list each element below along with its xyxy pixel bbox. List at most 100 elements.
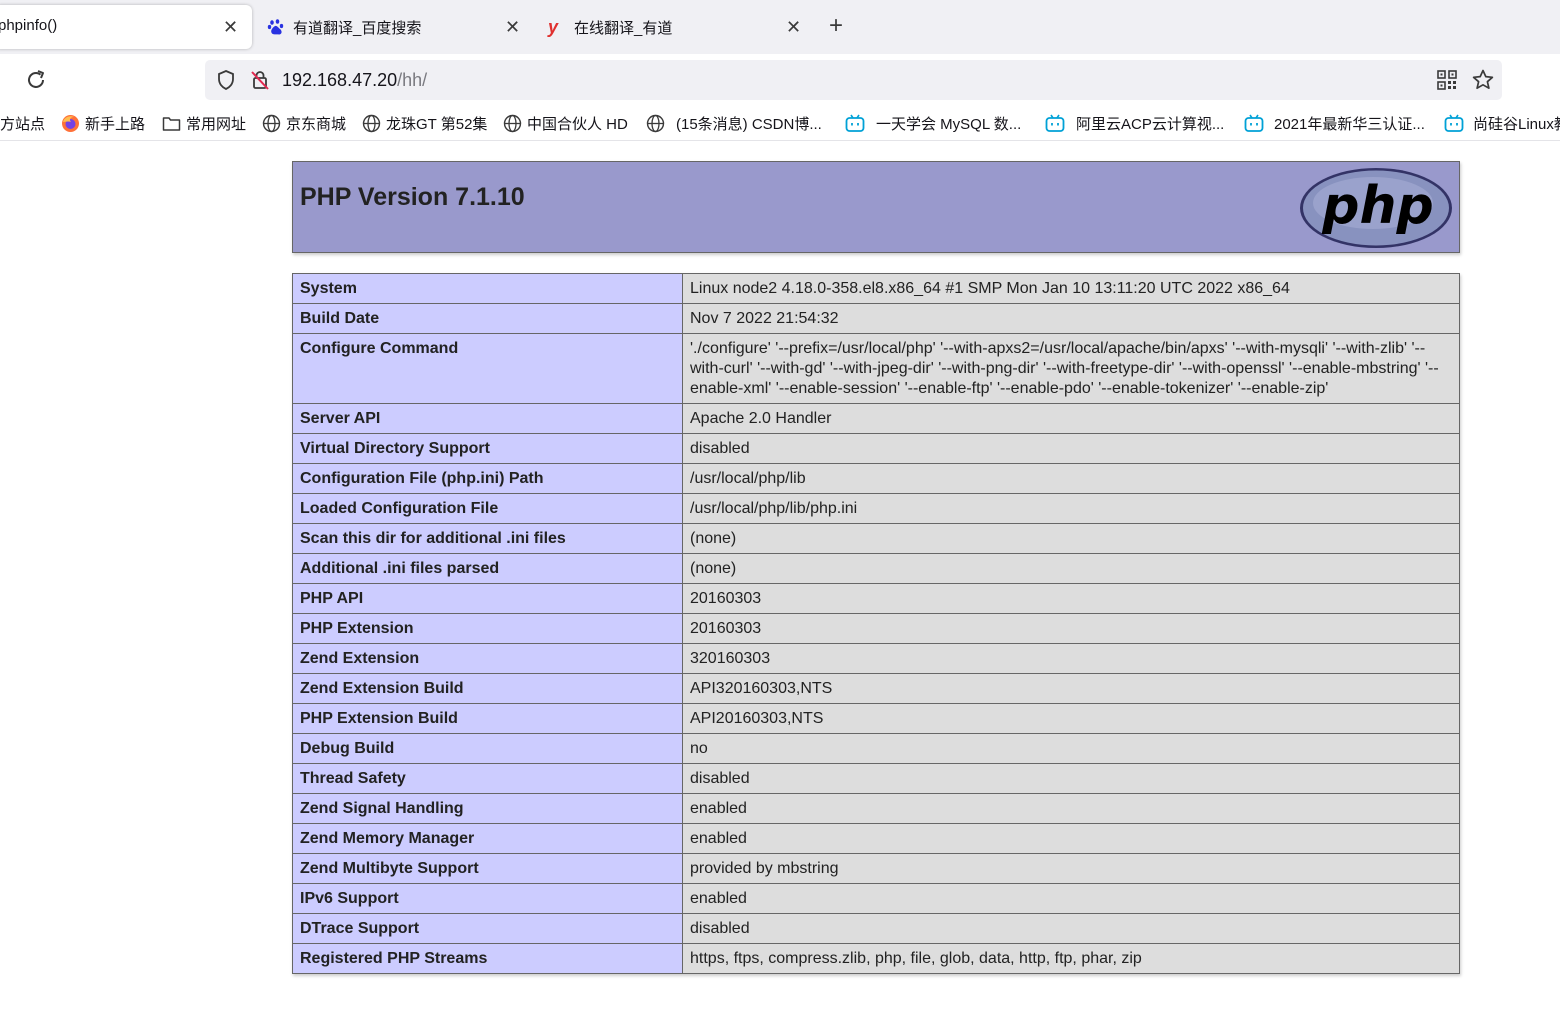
row-value: disabled: [682, 763, 1460, 794]
tab-phpinfo[interactable]: phpinfo() ✕: [0, 5, 252, 49]
url-host: 192.168.47.20: [282, 70, 398, 90]
table-row: Thread Safety disabled: [292, 763, 1460, 794]
bookmark-label: 一天学会 MySQL 数...: [876, 115, 1022, 133]
php-logo[interactable]: php: [1299, 167, 1453, 254]
table-row: Scan this dir for additional .ini files(…: [292, 523, 1460, 554]
row-value: 20160303: [682, 583, 1460, 614]
php-version-header: PHP Version 7.1.10 php: [292, 161, 1460, 253]
row-key: Scan this dir for additional .ini files: [292, 523, 683, 554]
row-key: System: [292, 273, 683, 304]
row-value: enabled: [682, 883, 1460, 914]
row-key: PHP Extension: [292, 613, 683, 644]
bookmark-label: 中国合伙人 HD: [527, 115, 628, 133]
globe-icon: [262, 114, 281, 133]
row-key: Zend Extension Build: [292, 673, 683, 704]
url-text[interactable]: 192.168.47.20/hh/: [282, 70, 427, 91]
shield-icon[interactable]: [215, 69, 237, 96]
folder-icon: [162, 115, 181, 132]
row-value: /usr/local/php/lib/php.ini: [682, 493, 1460, 524]
row-key: Loaded Configuration File: [292, 493, 683, 524]
bookmark-item[interactable]: 2021年最新华三认证...: [1244, 113, 1425, 133]
bookmark-item[interactable]: 中国合伙人 HD: [503, 113, 628, 133]
row-key: Zend Memory Manager: [292, 823, 683, 854]
row-key: Zend Signal Handling: [292, 793, 683, 824]
bookmark-item[interactable]: 新手上路: [61, 113, 145, 133]
bilibili-icon: [1444, 114, 1464, 133]
tab-title: phpinfo(): [0, 17, 58, 34]
bookmark-item[interactable]: 一天学会 MySQL 数...: [845, 113, 1021, 133]
row-value: enabled: [682, 793, 1460, 824]
row-key: PHP API: [292, 583, 683, 614]
row-key: Build Date: [292, 303, 683, 334]
row-key: Zend Multibyte Support: [292, 853, 683, 884]
bookmark-label: 龙珠GT 第52集: [386, 115, 488, 133]
table-row: Build Date Nov 7 2022 21:54:32: [292, 303, 1460, 334]
bookmark-label: 阿里云ACP云计算视...: [1076, 115, 1225, 133]
insecure-lock-icon[interactable]: [249, 69, 271, 96]
table-row: Additional .ini files parsed (none): [292, 553, 1460, 584]
bilibili-icon: [1045, 114, 1065, 133]
close-icon[interactable]: ✕: [505, 18, 520, 36]
new-tab-plus-icon[interactable]: +: [829, 14, 843, 38]
navigation-bar: 192.168.47.20/hh/: [0, 54, 1560, 106]
row-value: 20160303: [682, 613, 1460, 644]
row-key: Debug Build: [292, 733, 683, 764]
qr-code-icon[interactable]: [1437, 70, 1457, 95]
reload-icon[interactable]: [24, 68, 48, 92]
table-row: Zend Multibyte Support provided by mbstri…: [292, 853, 1460, 884]
bookmark-item[interactable]: (15条消息) CSDN博...: [646, 113, 822, 133]
tab-youdao-translate[interactable]: y 在线翻译_有道 ✕: [543, 5, 811, 49]
close-icon[interactable]: ✕: [786, 18, 801, 36]
youdao-logo-icon: y: [548, 17, 559, 37]
bookmark-item[interactable]: 京东商城: [262, 113, 346, 133]
row-value: /usr/local/php/lib: [682, 463, 1460, 494]
bookmark-label: 常用网址: [186, 115, 247, 133]
table-row: Zend Extension Build API320160303,NTS: [292, 673, 1460, 704]
row-key: Zend Extension: [292, 643, 683, 674]
bookmark-star-icon[interactable]: [1471, 68, 1495, 97]
bookmark-label: 尚硅谷Linux教: [1473, 115, 1560, 133]
bilibili-icon: [845, 114, 865, 133]
address-bar[interactable]: 192.168.47.20/hh/: [205, 60, 1502, 100]
url-path: /hh/: [397, 70, 428, 90]
table-row: Server API Apache 2.0 Handler: [292, 403, 1460, 434]
bookmark-label: 方站点: [0, 115, 46, 133]
row-value: https, ftps, compress.zlib, php, file, g…: [682, 943, 1460, 974]
table-row: DTrace Support disabled: [292, 913, 1460, 944]
close-icon[interactable]: ✕: [223, 18, 238, 36]
globe-icon: [503, 114, 522, 133]
row-key: Server API: [292, 403, 683, 434]
row-value: provided by mbstring: [682, 853, 1460, 884]
table-row: PHP API 20160303: [292, 583, 1460, 614]
row-key: Virtual Directory Support: [292, 433, 683, 464]
row-key: Configuration File (php.ini) Path: [292, 463, 683, 494]
row-value: API20160303,NTS: [682, 703, 1460, 734]
tab-strip: phpinfo() ✕ 有道翻译_百度搜索 ✕ y 在线翻译_有道 ✕ +: [0, 0, 1560, 54]
row-key: Configure Command: [292, 333, 683, 404]
row-value: API320160303,NTS: [682, 673, 1460, 704]
table-row: Loaded Configuration File/usr/local/php/…: [292, 493, 1460, 524]
row-key: Registered PHP Streams: [292, 943, 683, 974]
bookmark-label: (15条消息) CSDN博...: [676, 115, 822, 133]
php-logo-text: php: [1321, 176, 1433, 236]
row-value: disabled: [682, 913, 1460, 944]
row-key: DTrace Support: [292, 913, 683, 944]
row-value: './configure' '--prefix=/usr/local/php' …: [682, 333, 1460, 404]
row-value: 320160303: [682, 643, 1460, 674]
php-info-table: System Linux node2 4.18.0-358.el8.x86_64 …: [292, 273, 1460, 974]
globe-icon: [646, 114, 665, 133]
tab-title: 在线翻译_有道: [574, 20, 673, 37]
row-value: enabled: [682, 823, 1460, 854]
bookmark-item[interactable]: 方站点: [0, 113, 45, 133]
tab-baidu-search[interactable]: 有道翻译_百度搜索 ✕: [262, 5, 530, 49]
page-title: PHP Version 7.1.10: [300, 183, 525, 211]
bookmark-item[interactable]: 阿里云ACP云计算视...: [1045, 113, 1224, 133]
row-value: (none): [682, 523, 1460, 554]
row-key: PHP Extension Build: [292, 703, 683, 734]
table-row: System Linux node2 4.18.0-358.el8.x86_64 …: [292, 273, 1460, 304]
table-row: Configuration File (php.ini) Path/usr/lo…: [292, 463, 1460, 494]
tab-title: 有道翻译_百度搜索: [293, 20, 422, 37]
bookmark-item[interactable]: 尚硅谷Linux教: [1444, 113, 1560, 133]
bookmark-item[interactable]: 龙珠GT 第52集: [362, 113, 487, 133]
bookmark-folder[interactable]: 常用网址: [162, 113, 246, 133]
